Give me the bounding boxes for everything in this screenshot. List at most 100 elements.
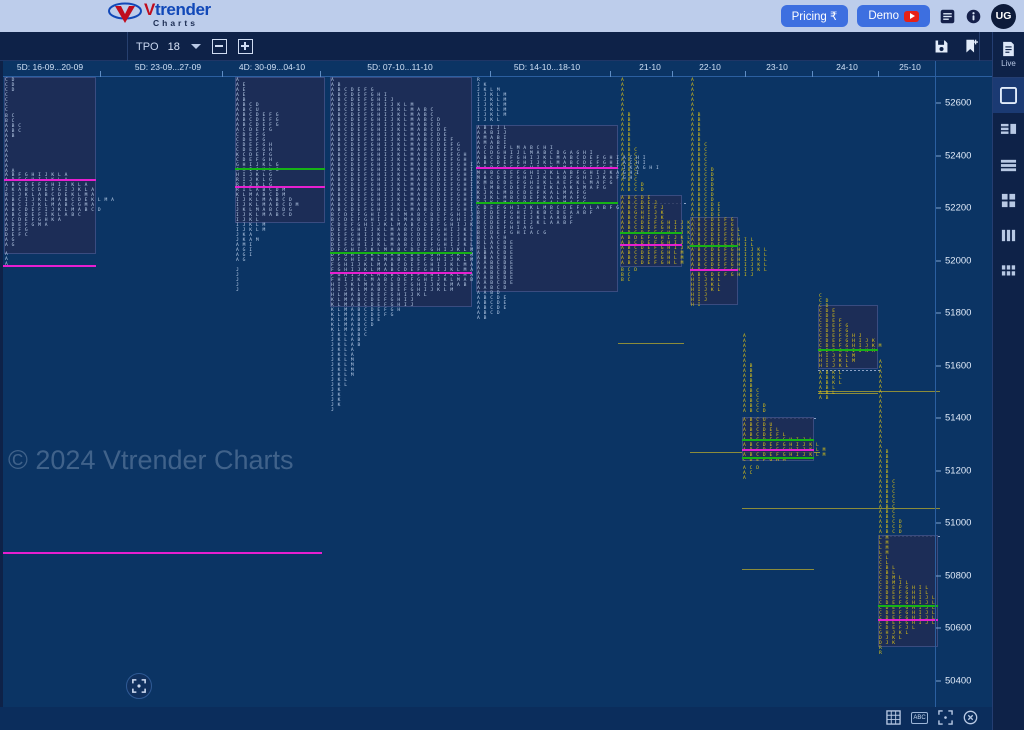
fullscreen-icon[interactable] xyxy=(938,710,953,725)
info-icon[interactable] xyxy=(965,8,982,25)
tpo-decrease-button[interactable] xyxy=(211,39,227,54)
reset-zoom-button[interactable] xyxy=(126,673,152,699)
tpo-profile[interactable]: CC DC DC D EC D EC D E FC D E F GC D E F… xyxy=(818,77,881,707)
demo-button[interactable]: Demo xyxy=(857,5,930,27)
price-axis[interactable]: 52600 52400 52200 52000 51800 51600 51400 51200… xyxy=(935,61,992,707)
price-axis-tick: 52200 xyxy=(936,203,971,214)
price-tick-mark xyxy=(936,522,941,524)
chart-canvas[interactable]: 5D: 16-09...20-09 5D: 23-09...27-09 4D: 30… xyxy=(0,61,992,707)
avatar-initials: UG xyxy=(995,10,1012,22)
x-axis-label: 25-10 xyxy=(899,62,921,72)
bottom-bar-actions: ABC xyxy=(886,710,978,725)
point-of-control-line xyxy=(4,179,96,181)
youtube-icon xyxy=(904,10,919,22)
price-tick-mark xyxy=(936,417,941,419)
price-tick-label: 51600 xyxy=(945,360,972,372)
tpo-profile[interactable]: RJ KJ K L MI J K L MI J K L MI J K L MI … xyxy=(476,77,659,707)
tpo-letter-row: J xyxy=(331,408,335,413)
price-tick-label: 52200 xyxy=(945,202,972,214)
quad-grid-icon xyxy=(1001,193,1016,208)
tpo-letter-row: A B C D xyxy=(743,409,767,414)
close-circle-icon[interactable] xyxy=(963,710,978,725)
grid-icon[interactable] xyxy=(886,710,901,725)
price-tick-label: 50600 xyxy=(945,622,972,634)
pricing-button[interactable]: Pricing ₹ xyxy=(780,5,849,27)
price-axis-tick: 51800 xyxy=(936,308,971,319)
rail-item-columns[interactable] xyxy=(993,218,1024,253)
value-area-high-line xyxy=(878,605,938,607)
price-tick-mark xyxy=(936,207,941,209)
document-icon xyxy=(1003,41,1014,57)
rail-item-split-pane[interactable] xyxy=(993,113,1024,148)
price-tick-label: 51000 xyxy=(945,517,972,529)
tpo-letter-row: I J K L xyxy=(477,118,501,123)
save-icon[interactable] xyxy=(933,38,950,55)
tpo-profile[interactable]: AAAAAAA BA BA BA BA BA B CA B CA B CA B … xyxy=(742,77,825,707)
value-area-high-line xyxy=(690,245,738,247)
x-axis-label: 5D: 07-10...11-10 xyxy=(367,62,433,72)
chevron-down-icon[interactable] xyxy=(190,44,201,49)
list-icon[interactable] xyxy=(939,8,956,25)
point-of-control-line xyxy=(742,449,814,451)
price-tick-mark xyxy=(936,102,941,104)
price-tick-label: 50800 xyxy=(945,570,972,582)
x-axis-label: 24-10 xyxy=(836,62,858,72)
tpo-letter-row: B C xyxy=(621,278,631,283)
price-tick-mark xyxy=(936,312,941,314)
price-axis-tick: 51600 xyxy=(936,360,971,371)
bookmark-add-icon[interactable] xyxy=(963,38,980,55)
logo-text-v: V xyxy=(144,0,155,19)
avatar[interactable]: UG xyxy=(991,3,1016,29)
x-axis-label: 5D: 14-10...18-10 xyxy=(513,62,581,72)
tpo-letter-row: A B xyxy=(819,396,829,401)
price-tick-mark xyxy=(936,627,941,629)
single-pane-icon xyxy=(1000,87,1017,104)
abc-toggle-button[interactable]: ABC xyxy=(911,711,928,724)
rail-item-grid[interactable] xyxy=(993,253,1024,288)
price-axis-tick: 52000 xyxy=(936,255,971,266)
rail-item-rows[interactable] xyxy=(993,148,1024,183)
abc-label: ABC xyxy=(913,714,926,721)
tpo-label: TPO xyxy=(136,40,159,53)
price-tick-label: 51400 xyxy=(945,412,972,424)
toolbar-right-actions xyxy=(933,32,980,61)
price-tick-label: 52400 xyxy=(945,150,972,162)
tpo-profile[interactable]: AA BA B C D E F GA B C D E F G H IA B C … xyxy=(330,77,513,707)
tpo-value: 18 xyxy=(167,40,180,53)
focus-target-icon xyxy=(132,679,146,693)
right-rail: Live xyxy=(992,32,1024,730)
rail-item-live[interactable]: Live xyxy=(993,32,1024,78)
tpo-profile[interactable]: AAAAAAAA BA BA BA BA BA BA B CA B CA B C… xyxy=(690,77,767,707)
price-axis-tick: 50800 xyxy=(936,570,971,581)
price-tick-mark xyxy=(936,575,941,577)
point-of-control-line xyxy=(330,272,472,274)
rail-item-single-pane[interactable] xyxy=(993,78,1024,113)
price-axis-tick: 51200 xyxy=(936,465,971,476)
rows-icon xyxy=(1000,159,1017,172)
rail-item-quad-grid[interactable] xyxy=(993,183,1024,218)
tpo-increase-button[interactable] xyxy=(237,39,253,54)
plot-area[interactable]: © 2024 Vtrender Charts C DC DC DCCCCB CB… xyxy=(0,77,992,707)
tpo-letter-row: A xyxy=(743,476,747,481)
brand-logo[interactable]: Vtrender Charts xyxy=(108,1,211,28)
price-tick-mark xyxy=(936,680,941,682)
x-axis-label: 4D: 30-09...04-10 xyxy=(238,62,306,72)
price-axis-tick: 51400 xyxy=(936,413,971,424)
point-of-control-line xyxy=(476,167,618,169)
tpo-profile[interactable]: AAAAAAAAAAAAAAAAAAA BA BA BA BA BA BA B … xyxy=(878,77,938,707)
tpo-profile[interactable]: C DC DC DCCCCB CB CA B CA B CA BAAAAAAA … xyxy=(4,77,114,707)
tpo-letter-row: C D E F G H M xyxy=(743,458,787,463)
demo-label: Demo xyxy=(868,10,899,22)
price-axis-tick: 52600 xyxy=(936,98,971,109)
value-area-high-line xyxy=(330,252,472,254)
value-area-high-line xyxy=(235,168,325,170)
columns-icon xyxy=(1001,229,1016,242)
point-of-control-line xyxy=(235,186,325,188)
point-of-control-line xyxy=(620,244,682,246)
tpo-profile[interactable]: AA EA EA EA BA B C DA B C UA B C D E F G… xyxy=(235,77,325,707)
tpo-profile[interactable]: AAAAAAAA BA BA BA BA BA BA BA B CA B CA … xyxy=(620,77,697,707)
left-edge-strip xyxy=(0,61,3,730)
vtrender-logo-icon xyxy=(108,2,142,23)
tpo-letter-row: J xyxy=(236,288,240,293)
header-actions: Pricing ₹ Demo UG xyxy=(780,0,1016,32)
